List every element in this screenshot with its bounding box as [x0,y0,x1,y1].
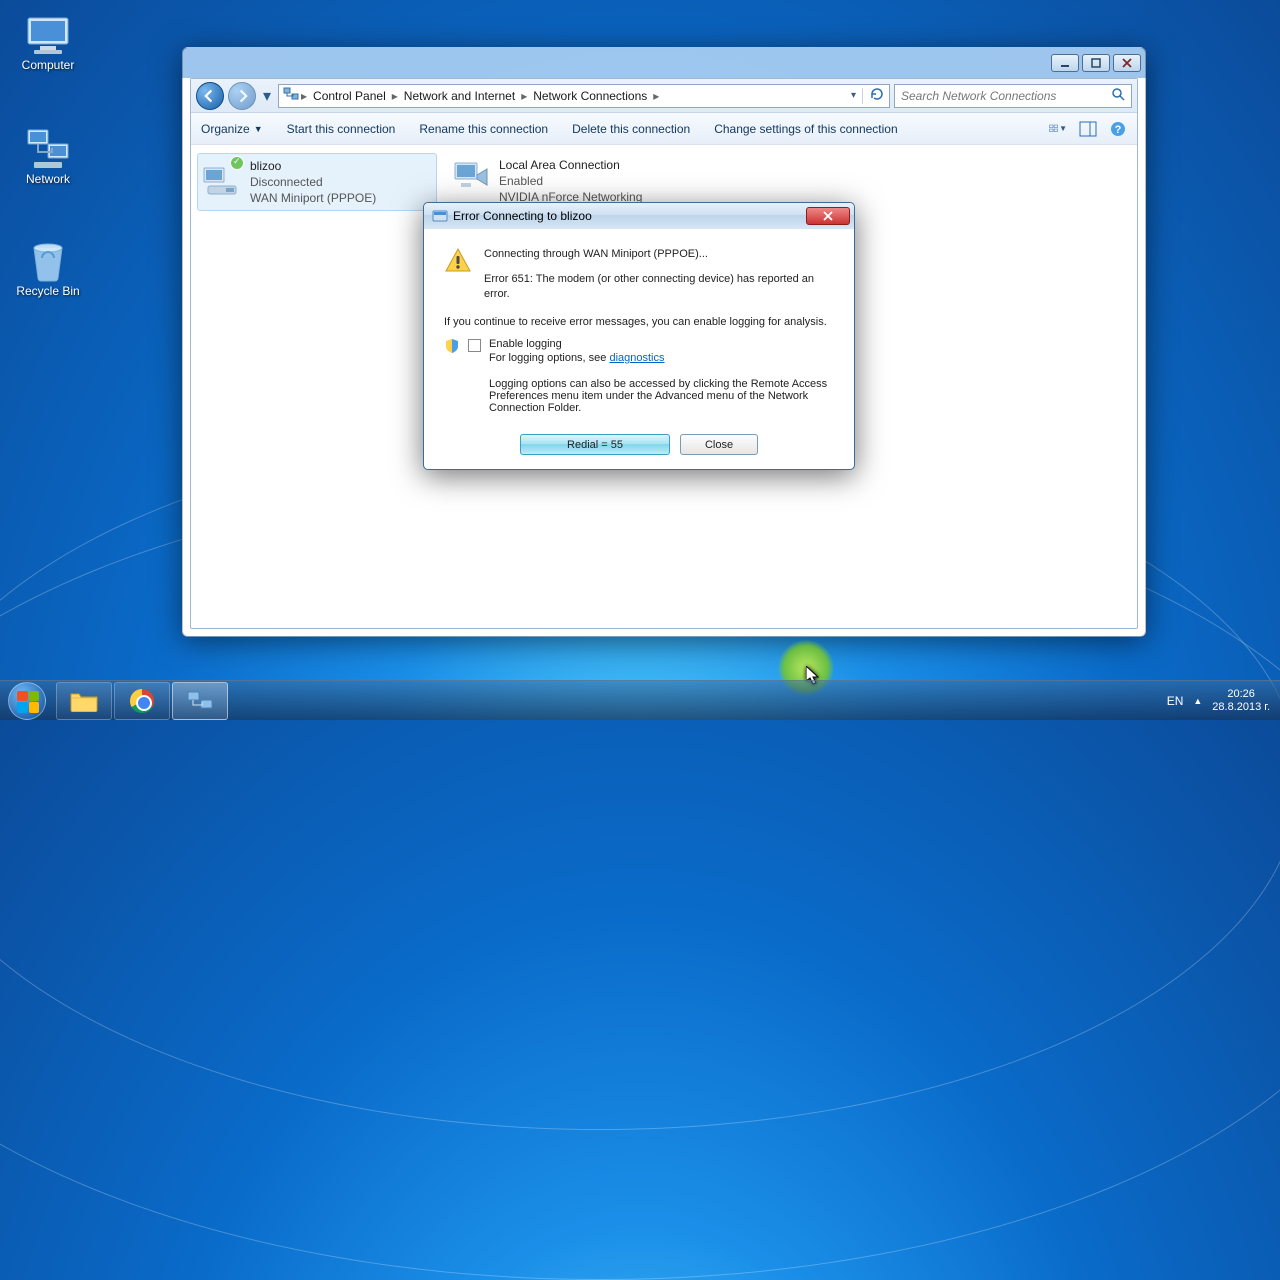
dialog-hint: If you continue to receive error message… [444,316,834,328]
taskbar-item-explorer[interactable] [56,682,112,720]
change-settings-button[interactable]: Change settings of this connection [714,122,897,136]
search-icon [1111,87,1125,104]
search-input[interactable]: Search Network Connections [894,84,1132,108]
start-button[interactable] [0,681,54,721]
start-connection-button[interactable]: Start this connection [287,122,396,136]
connection-status: Disconnected [250,174,376,190]
chrome-icon [130,689,154,713]
rename-connection-button[interactable]: Rename this connection [419,122,548,136]
close-button[interactable] [1113,54,1141,72]
breadcrumb-item[interactable]: Control Panel [309,89,390,103]
network-connections-icon [187,690,213,712]
folder-icon [70,690,98,712]
desktop-icon-label: Network [8,172,88,186]
dialog-message: Connecting through WAN Miniport (PPPOE).… [484,247,834,262]
refresh-button[interactable] [869,86,885,105]
windows-logo-icon [17,691,39,713]
status-checkmark-icon [230,156,244,170]
logging-options-text: For logging options, see [489,352,609,364]
logging-options-note: Logging options can also be accessed by … [489,378,834,414]
search-placeholder: Search Network Connections [901,89,1056,103]
show-hidden-icons-button[interactable]: ▲ [1193,696,1202,706]
error-dialog: Error Connecting to blizoo Connecting th… [423,202,855,470]
connection-device: WAN Miniport (PPPOE) [250,190,376,206]
taskbar: EN ▲ 20:26 28.8.2013 г. [0,680,1280,720]
svg-text:?: ? [1115,124,1122,136]
view-options-button[interactable]: ▼ [1049,120,1067,138]
clock-time: 20:26 [1212,688,1270,701]
nav-forward-button[interactable] [228,82,256,110]
taskbar-item-network-connections[interactable] [172,682,228,720]
clock-date: 28.8.2013 г. [1212,701,1270,714]
window-title-bar[interactable] [183,48,1145,78]
breadcrumb-item[interactable]: Network and Internet [400,89,519,103]
network-icon [24,128,72,170]
warning-icon [444,247,472,275]
dialog-title: Error Connecting to blizoo [453,209,592,223]
delete-connection-button[interactable]: Delete this connection [572,122,690,136]
clock[interactable]: 20:26 28.8.2013 г. [1212,688,1270,714]
desktop-icon-network[interactable]: Network [8,128,88,186]
dialog-app-icon [432,208,448,224]
close-button[interactable]: Close [680,434,758,455]
redial-button[interactable]: Redial = 55 [520,434,670,455]
enable-logging-label: Enable logging [489,338,834,350]
desktop-icon-recycle[interactable]: Recycle Bin [8,240,88,298]
help-button[interactable]: ? [1109,120,1127,138]
command-bar: Organize▼ Start this connection Rename t… [191,113,1137,145]
diagnostics-link[interactable]: diagnostics [609,352,664,364]
dialog-error-text: Error 651: The modem (or other connectin… [484,272,834,302]
network-glyph-icon [283,86,299,105]
desktop-icon-label: Recycle Bin [8,284,88,298]
nav-back-button[interactable] [196,82,224,110]
connection-name: Local Area Connection [499,157,683,173]
breadcrumb-sep: ▸ [301,89,307,103]
maximize-button[interactable] [1082,54,1110,72]
nav-history-dropdown[interactable]: ▾ [260,85,274,107]
chevron-down-icon[interactable]: ▾ [851,90,856,101]
desktop-icon-label: Computer [8,58,88,72]
taskbar-item-chrome[interactable] [114,682,170,720]
organize-menu[interactable]: Organize▼ [201,122,263,136]
dialog-close-button[interactable] [806,207,850,225]
connection-item-blizoo[interactable]: blizoo Disconnected WAN Miniport (PPPOE) [197,153,437,211]
breadcrumb-item[interactable]: Network Connections [529,89,651,103]
connection-name: blizoo [250,158,376,174]
connection-status: Enabled [499,173,683,189]
computer-icon [24,14,72,56]
lan-icon [451,157,491,197]
desktop-icon-computer[interactable]: Computer [8,14,88,72]
language-indicator[interactable]: EN [1167,694,1184,708]
dialog-title-bar[interactable]: Error Connecting to blizoo [424,203,854,229]
recycle-bin-icon [24,240,72,282]
modem-icon [202,158,242,198]
address-bar[interactable]: ▸ Control Panel ▸ Network and Internet ▸… [278,84,890,108]
enable-logging-checkbox[interactable] [468,339,481,352]
minimize-button[interactable] [1051,54,1079,72]
shield-icon [444,338,460,354]
preview-pane-button[interactable] [1079,120,1097,138]
